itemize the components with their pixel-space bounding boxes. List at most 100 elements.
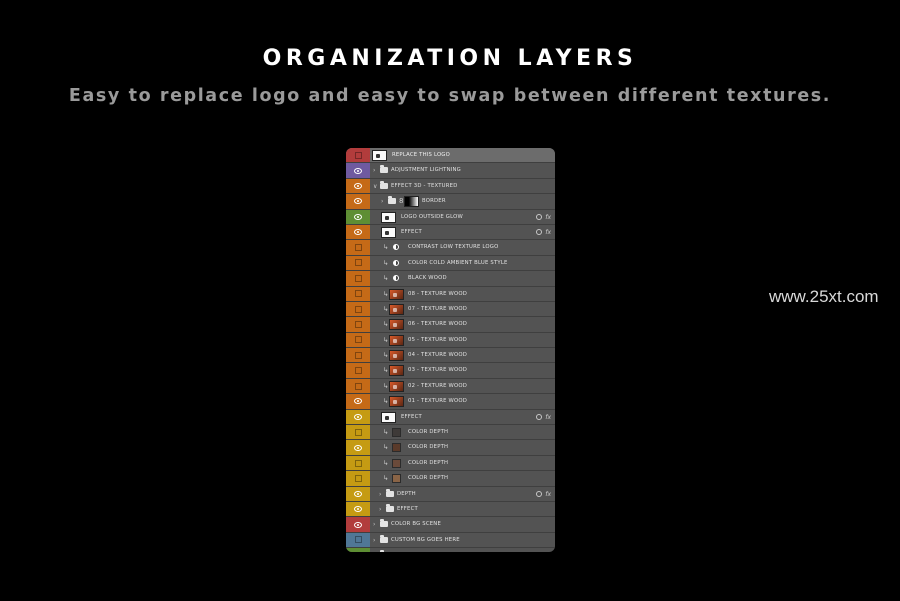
layer-thumbnail (381, 411, 396, 423)
visibility-toggle[interactable] (346, 532, 370, 548)
layer-content: EFFECT fx (370, 225, 555, 239)
layer-thumbnail (372, 150, 387, 161)
visibility-toggle[interactable] (346, 271, 370, 286)
layer-row[interactable]: ↳ 01 - TEXTURE WOOD (346, 394, 555, 410)
color-swatch (392, 428, 401, 438)
layer-row[interactable]: › EFFECT (346, 501, 555, 518)
chevron-icon[interactable]: › (379, 502, 381, 516)
visibility-toggle[interactable] (346, 394, 370, 409)
visibility-toggle[interactable] (346, 286, 370, 301)
visibility-toggle[interactable] (346, 163, 370, 178)
clip-arrow-icon: ↳ (383, 258, 389, 267)
visibility-toggle[interactable] (346, 301, 370, 317)
visibility-toggle[interactable] (346, 517, 370, 532)
layer-name: EFFECT (401, 413, 422, 420)
chevron-icon[interactable]: › (373, 517, 375, 531)
texture-thumbnail (389, 380, 404, 392)
layer-content: LOGO OUTSIDE GLOW fx (370, 210, 555, 224)
chevron-icon[interactable]: › (379, 487, 381, 501)
visibility-toggle[interactable] (346, 317, 370, 332)
visibility-toggle[interactable] (346, 178, 370, 194)
visibility-toggle[interactable] (346, 548, 370, 552)
visibility-toggle[interactable] (346, 332, 370, 348)
layer-row[interactable]: ↳ 06 - TEXTURE WOOD (346, 317, 555, 333)
layer-name: 05 - TEXTURE WOOD (408, 336, 468, 343)
page-subtitle: Easy to replace logo and easy to swap be… (68, 86, 832, 106)
visibility-toggle[interactable] (346, 409, 370, 425)
fx-icon[interactable]: fx (545, 410, 551, 425)
layer-content: REPLACE THIS LOGO (370, 148, 555, 162)
page-title: ORGANIZATION LAYERS (262, 46, 638, 71)
layer-content: ↳ COLOR COLD AMBIENT BLUE STYLE (370, 256, 555, 270)
layer-row[interactable]: ↳ 03 - TEXTURE WOOD (346, 363, 555, 379)
eye-icon (354, 444, 362, 451)
layer-row[interactable]: LOGO OUTSIDE GLOW fx (346, 209, 555, 225)
layer-name: CUSTOM BG GOES HERE (391, 536, 460, 543)
layer-row[interactable]: ↳ 02 - TEXTURE WOOD (346, 378, 555, 395)
visibility-toggle[interactable] (346, 455, 370, 471)
layer-row[interactable]: ↳ COLOR DEPTH (346, 425, 555, 441)
layer-row[interactable]: ↳ COLOR DEPTH (346, 440, 555, 456)
folder-icon (380, 180, 388, 189)
layer-row[interactable]: ↳ 07 - TEXTURE WOOD (346, 301, 555, 318)
hidden-square-icon (354, 382, 362, 390)
visibility-toggle[interactable] (346, 471, 370, 486)
visibility-toggle[interactable] (346, 363, 370, 378)
visibility-toggle[interactable] (346, 440, 370, 455)
visibility-toggle[interactable] (346, 148, 370, 163)
layer-row[interactable]: ↳ 08 - TEXTURE WOOD (346, 286, 555, 302)
visibility-toggle[interactable] (346, 348, 370, 363)
layer-content: ↳ 02 - TEXTURE WOOD (370, 379, 555, 393)
texture-thumbnail (389, 319, 404, 331)
mask-thumbnail (404, 196, 419, 208)
layer-row[interactable]: › CUSTOM BG GOES HERE (346, 532, 555, 549)
visibility-toggle[interactable] (346, 378, 370, 394)
layer-name: CONTRAST LOW TEXTURE LOGO (408, 244, 499, 251)
layer-row[interactable]: ↳ CONTRAST LOW TEXTURE LOGO (346, 240, 555, 256)
folder-icon (380, 519, 388, 528)
layer-row[interactable]: ↳ 04 - TEXTURE WOOD (346, 348, 555, 364)
layer-content: ↳ BLACK WOOD (370, 271, 555, 285)
visibility-toggle[interactable] (346, 255, 370, 271)
hidden-square-icon (354, 367, 362, 375)
layer-row[interactable]: REPLACE THIS LOGO (346, 148, 555, 164)
visibility-toggle[interactable] (346, 209, 370, 224)
layer-content: ↳ 03 - TEXTURE WOOD (370, 363, 555, 377)
visibility-toggle[interactable] (346, 425, 370, 440)
layer-row[interactable]: › ADJUSTMENT LIGHTNING (346, 163, 555, 179)
layer-row[interactable]: ↳ BLACK WOOD (346, 271, 555, 287)
layer-name: COLOR DEPTH (408, 444, 449, 451)
layer-row[interactable]: ↳ COLOR COLD AMBIENT BLUE STYLE (346, 255, 555, 272)
layer-row[interactable]: › COLOR BG SCENE (346, 517, 555, 533)
layer-row[interactable]: ↳ COLOR DEPTH (346, 455, 555, 472)
layer-row[interactable]: ∨ EFFECT 3D - TEXTURED (346, 178, 555, 195)
layer-row[interactable]: EFFECT fx (346, 409, 555, 426)
layer-row[interactable]: › DEPTH fx (346, 486, 555, 502)
visibility-toggle[interactable] (346, 194, 370, 209)
eye-icon (354, 413, 362, 420)
fx-icon[interactable]: fx (545, 487, 551, 502)
texture-thumbnail (389, 334, 404, 346)
chevron-icon[interactable]: › (373, 533, 375, 547)
layer-row[interactable]: EFFECT fx (346, 224, 555, 241)
hidden-square-icon (354, 428, 362, 436)
eye-icon (354, 182, 362, 189)
visibility-toggle[interactable] (346, 501, 370, 517)
chevron-icon[interactable]: ∨ (373, 179, 377, 193)
visibility-toggle[interactable] (346, 224, 370, 240)
chevron-icon[interactable]: › (381, 194, 383, 208)
hidden-square-icon (354, 274, 362, 282)
layer-name: 07 - TEXTURE WOOD (408, 305, 468, 312)
layer-row[interactable]: ↳ 05 - TEXTURE WOOD (346, 332, 555, 349)
effects-link-icon (536, 490, 542, 497)
fx-icon[interactable]: fx (545, 210, 551, 225)
layer-row[interactable]: › SHADOWS (346, 548, 555, 552)
layer-row[interactable]: ↳ COLOR DEPTH (346, 471, 555, 487)
fx-icon[interactable]: fx (545, 225, 551, 240)
chevron-icon[interactable]: › (373, 163, 375, 177)
layer-row[interactable]: › 8 BORDER (346, 194, 555, 210)
hidden-square-icon (354, 305, 362, 313)
visibility-toggle[interactable] (346, 240, 370, 255)
visibility-toggle[interactable] (346, 486, 370, 501)
chevron-icon[interactable]: › (373, 548, 375, 552)
